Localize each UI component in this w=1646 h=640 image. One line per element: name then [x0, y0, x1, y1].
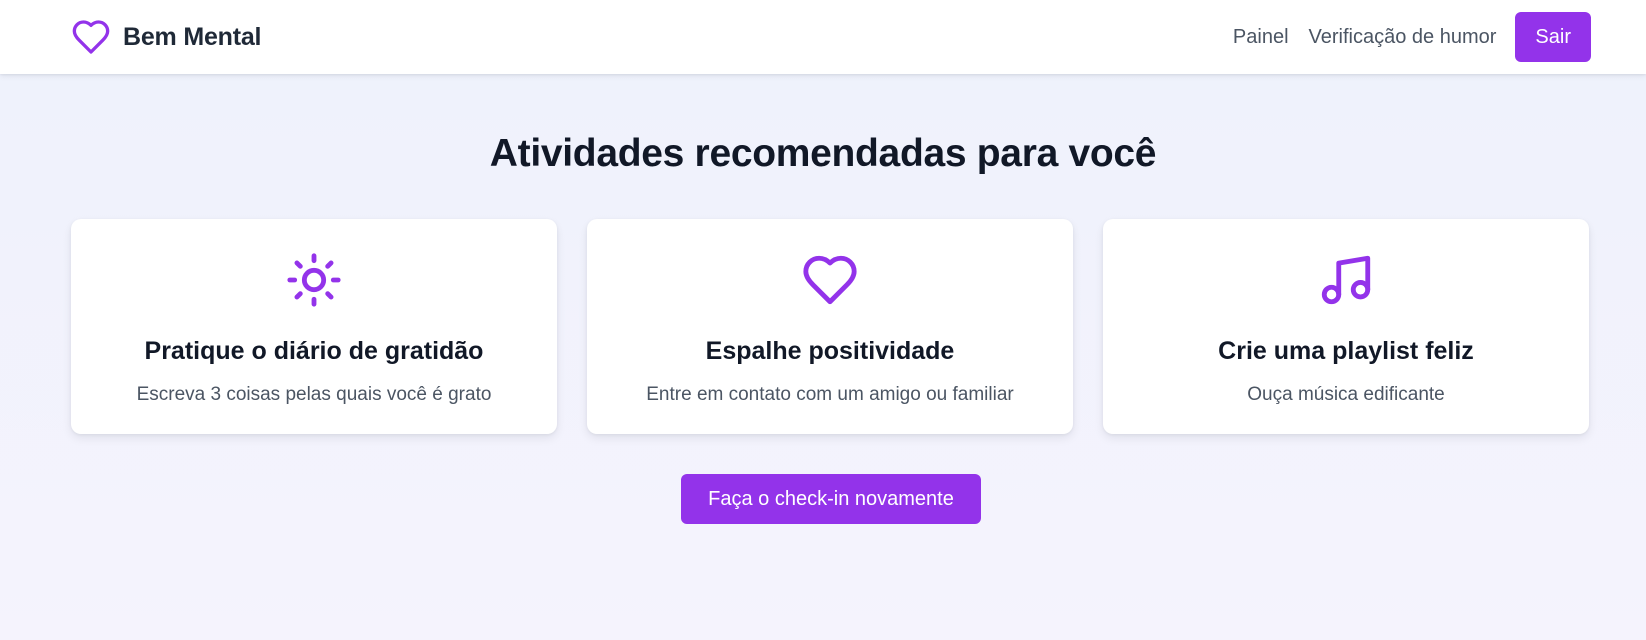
card-title: Espalhe positividade: [705, 337, 955, 365]
card-title: Pratique o diário de gratidão: [144, 337, 484, 365]
activity-card-gratitude[interactable]: Pratique o diário de gratidão Escreva 3 …: [71, 219, 557, 434]
activity-card-positivity[interactable]: Espalhe positividade Entre em contato co…: [587, 219, 1073, 434]
navbar: Bem Mental Painel Verificação de humor S…: [0, 0, 1646, 74]
card-title: Crie uma playlist feliz: [1218, 337, 1474, 365]
activity-card-playlist[interactable]: Crie uma playlist feliz Ouça música edif…: [1103, 219, 1589, 434]
heart-icon: [801, 251, 859, 309]
sun-icon: [285, 251, 343, 309]
nav-menu: Painel Verificação de humor Sair: [1233, 12, 1591, 62]
card-description: Ouça música edificante: [1247, 384, 1445, 405]
page-title: Atividades recomendadas para você: [489, 132, 1157, 175]
logout-button[interactable]: Sair: [1515, 12, 1591, 62]
brand[interactable]: Bem Mental: [71, 17, 262, 57]
nav-link-mood-check[interactable]: Verificação de humor: [1309, 26, 1497, 49]
card-description: Escreva 3 coisas pelas quais você é grat…: [136, 384, 492, 405]
brand-name: Bem Mental: [123, 22, 262, 51]
music-icon: [1317, 251, 1375, 309]
activity-cards: Pratique o diário de gratidão Escreva 3 …: [71, 219, 1591, 434]
checkin-again-button[interactable]: Faça o check-in novamente: [681, 474, 981, 524]
heart-icon: [71, 17, 111, 57]
card-description: Entre em contato com um amigo ou familia…: [646, 384, 1014, 405]
nav-link-painel[interactable]: Painel: [1233, 26, 1289, 49]
